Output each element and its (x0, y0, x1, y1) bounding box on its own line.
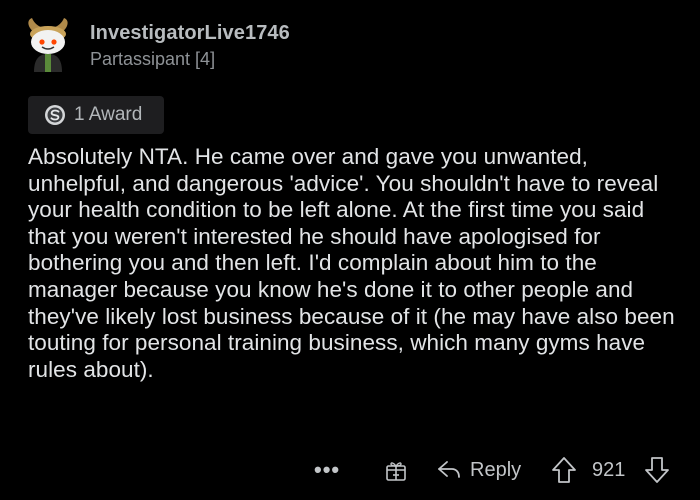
avatar[interactable] (20, 14, 76, 72)
more-options-button[interactable]: ••• (314, 452, 340, 488)
reply-button[interactable]: Reply (436, 452, 521, 488)
comment-header: InvestigatorLive1746 Partassipant [4] (20, 14, 290, 72)
user-block: InvestigatorLive1746 Partassipant [4] (90, 22, 290, 70)
more-icon: ••• (314, 457, 341, 482)
username[interactable]: InvestigatorLive1746 (90, 22, 290, 44)
snoo-avatar-icon (28, 18, 68, 72)
downvote-icon (645, 457, 669, 483)
gift-icon (386, 462, 406, 481)
award-count-label: 1 Award (74, 104, 143, 125)
user-flair: Partassipant [4] (90, 49, 216, 69)
vote-score: 921 (592, 458, 626, 481)
silver-award-icon (44, 104, 66, 126)
comment-body: Absolutely NTA. He came over and gave yo… (28, 144, 675, 382)
reply-label: Reply (470, 458, 522, 481)
upvote-icon (552, 457, 576, 483)
comment-actions: ••• Reply 921 (300, 452, 674, 488)
give-award-button[interactable] (384, 452, 408, 488)
downvote-button[interactable] (644, 452, 670, 488)
upvote-button[interactable] (551, 452, 577, 488)
reply-icon (438, 461, 460, 478)
award-badge[interactable]: 1 Award (28, 96, 164, 134)
